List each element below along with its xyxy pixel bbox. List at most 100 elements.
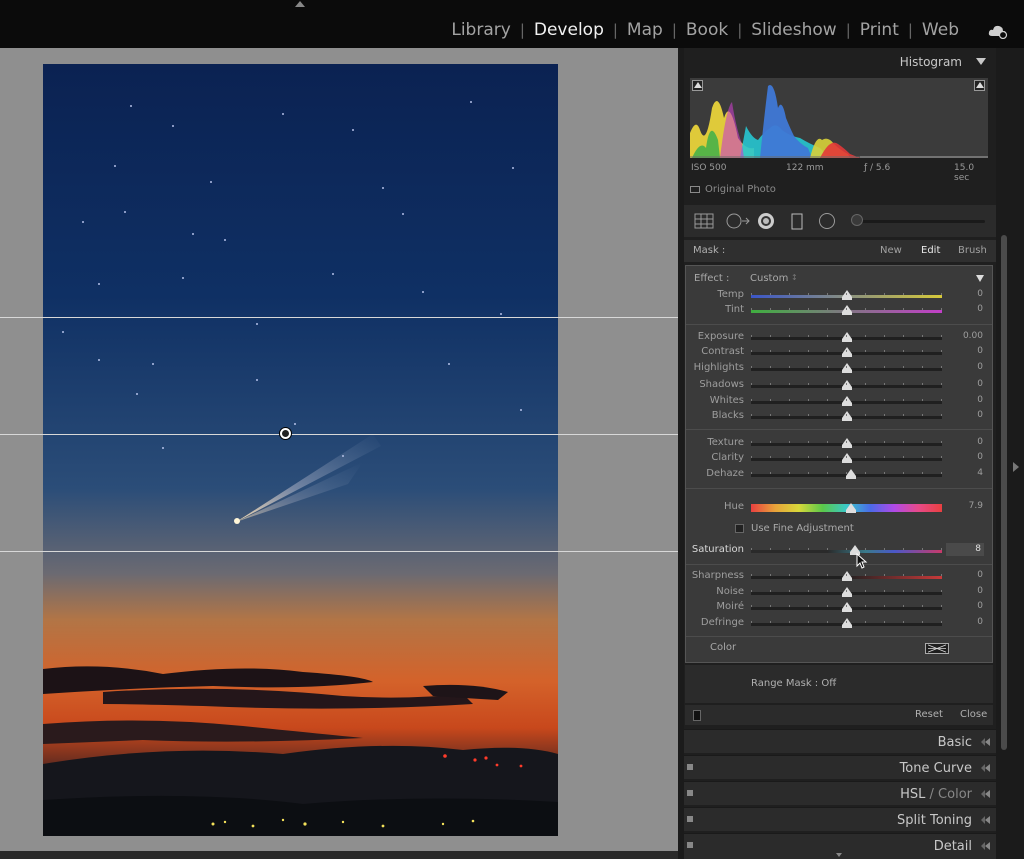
section-switch[interactable] xyxy=(687,816,693,822)
slider-value-field[interactable]: 8 xyxy=(946,543,984,556)
slider-track[interactable] xyxy=(751,602,942,612)
slider-knob[interactable] xyxy=(842,618,852,628)
section-switch[interactable] xyxy=(687,790,693,796)
slider-track[interactable] xyxy=(751,469,942,479)
section-switch[interactable] xyxy=(687,764,693,770)
module-map[interactable]: Map xyxy=(624,20,666,40)
section-tone-curve[interactable]: Tone Curve xyxy=(684,755,996,779)
slider-track[interactable] xyxy=(751,347,942,357)
slider-knob[interactable] xyxy=(846,503,856,513)
slider-knob[interactable] xyxy=(842,290,852,300)
slider-knob[interactable] xyxy=(842,396,852,406)
slider-knob[interactable] xyxy=(842,438,852,448)
tool-slider-knob[interactable] xyxy=(851,214,863,226)
checkbox[interactable] xyxy=(735,524,744,533)
module-develop[interactable]: Develop xyxy=(531,20,607,40)
panel-on-off-switch[interactable] xyxy=(693,710,701,721)
slider-knob[interactable] xyxy=(850,545,860,555)
color-swatch-none-icon[interactable] xyxy=(925,643,949,654)
module-print[interactable]: Print xyxy=(857,20,902,40)
highlight-clipping-toggle[interactable] xyxy=(974,80,985,91)
scrollbar-thumb[interactable] xyxy=(1001,235,1007,750)
histogram-header[interactable]: Histogram xyxy=(684,48,996,72)
gradient-guide-top[interactable] xyxy=(0,317,678,318)
mask-brush-button[interactable]: Brush xyxy=(958,245,987,256)
photo-comet-sky[interactable] xyxy=(43,64,558,836)
module-library[interactable]: Library xyxy=(448,20,513,40)
shadow-clipping-toggle[interactable] xyxy=(692,80,703,91)
mask-pin[interactable] xyxy=(280,428,291,439)
module-slideshow[interactable]: Slideshow xyxy=(748,20,839,40)
reset-button[interactable]: Reset xyxy=(915,709,943,720)
slider-track[interactable] xyxy=(751,332,942,342)
slider-knob[interactable] xyxy=(842,347,852,357)
slider-value[interactable]: 0 xyxy=(977,601,983,611)
slider-track[interactable] xyxy=(751,380,942,390)
slider-track[interactable] xyxy=(751,305,942,315)
slider-track[interactable] xyxy=(751,396,942,406)
mask-new-button[interactable]: New xyxy=(880,245,902,256)
slider-knob[interactable] xyxy=(846,469,856,479)
gradient-guide-center[interactable] xyxy=(0,434,678,435)
module-book[interactable]: Book xyxy=(683,20,731,40)
slider-value[interactable]: 0 xyxy=(977,452,983,462)
section-basic[interactable]: Basic xyxy=(684,729,996,753)
slider-knob[interactable] xyxy=(842,453,852,463)
close-button[interactable]: Close xyxy=(960,709,987,720)
slider-value[interactable]: 0 xyxy=(977,586,983,596)
slider-value[interactable]: 0 xyxy=(977,617,983,627)
slider-track[interactable] xyxy=(751,438,942,448)
slider-value[interactable]: 0 xyxy=(977,437,983,447)
cloud-sync-icon[interactable] xyxy=(988,23,1008,39)
section-hsl-color[interactable]: HSL / Color xyxy=(684,781,996,805)
slider-track[interactable] xyxy=(751,453,942,463)
range-mask-select[interactable]: Range Mask : Off xyxy=(751,678,836,689)
bottom-panel-toggle-icon[interactable] xyxy=(836,853,842,857)
rect-brush-icon[interactable] xyxy=(791,213,803,231)
slider-value[interactable]: 4 xyxy=(977,468,983,478)
circle-arrow-icon[interactable] xyxy=(726,213,750,229)
slider-track[interactable] xyxy=(751,587,942,597)
mask-edit-button[interactable]: Edit xyxy=(921,245,940,256)
hue-slider-track[interactable] xyxy=(751,503,942,513)
slider-value[interactable]: 0 xyxy=(977,570,983,580)
radial-ring-icon[interactable] xyxy=(757,213,775,231)
circle-icon[interactable] xyxy=(818,213,836,231)
section-split-toning[interactable]: Split Toning xyxy=(684,807,996,831)
slider-track[interactable] xyxy=(751,571,942,581)
slider-track[interactable] xyxy=(751,545,942,555)
collapse-triangle-icon[interactable] xyxy=(976,275,984,282)
slider-value[interactable]: 7.9 xyxy=(969,501,983,511)
slider-value[interactable]: 0 xyxy=(977,346,983,356)
chevron-triangle-icon[interactable] xyxy=(976,58,986,65)
section-switch[interactable] xyxy=(687,842,693,848)
slider-track[interactable] xyxy=(751,290,942,300)
slider-value[interactable]: 0 xyxy=(977,379,983,389)
slider-knob[interactable] xyxy=(842,380,852,390)
slider-knob[interactable] xyxy=(842,332,852,342)
slider-knob[interactable] xyxy=(842,587,852,597)
slider-track[interactable] xyxy=(751,363,942,373)
slider-value[interactable]: 0 xyxy=(977,410,983,420)
hsl-tab[interactable]: HSL xyxy=(900,787,925,802)
gradient-guide-bottom[interactable] xyxy=(0,551,678,552)
grid-overlay-icon[interactable] xyxy=(694,213,714,229)
slider-value[interactable]: 0 xyxy=(977,362,983,372)
module-web[interactable]: Web xyxy=(919,20,962,40)
slider-knob[interactable] xyxy=(842,602,852,612)
tool-slider-track[interactable] xyxy=(860,220,985,223)
color-tab[interactable]: Color xyxy=(938,787,972,802)
slider-knob[interactable] xyxy=(842,363,852,373)
top-panel-toggle-icon[interactable] xyxy=(295,1,305,7)
slider-value[interactable]: 0 xyxy=(977,395,983,405)
slider-value[interactable]: 0.00 xyxy=(963,331,983,341)
slider-knob[interactable] xyxy=(842,305,852,315)
slider-knob[interactable] xyxy=(842,411,852,421)
slider-knob[interactable] xyxy=(842,571,852,581)
effect-preset-select[interactable]: Custom xyxy=(750,273,788,284)
slider-track[interactable] xyxy=(751,618,942,628)
right-panel-toggle-icon[interactable] xyxy=(1013,462,1019,472)
slider-track[interactable] xyxy=(751,411,942,421)
slider-value[interactable]: 0 xyxy=(977,289,983,299)
slider-value[interactable]: 0 xyxy=(977,304,983,314)
